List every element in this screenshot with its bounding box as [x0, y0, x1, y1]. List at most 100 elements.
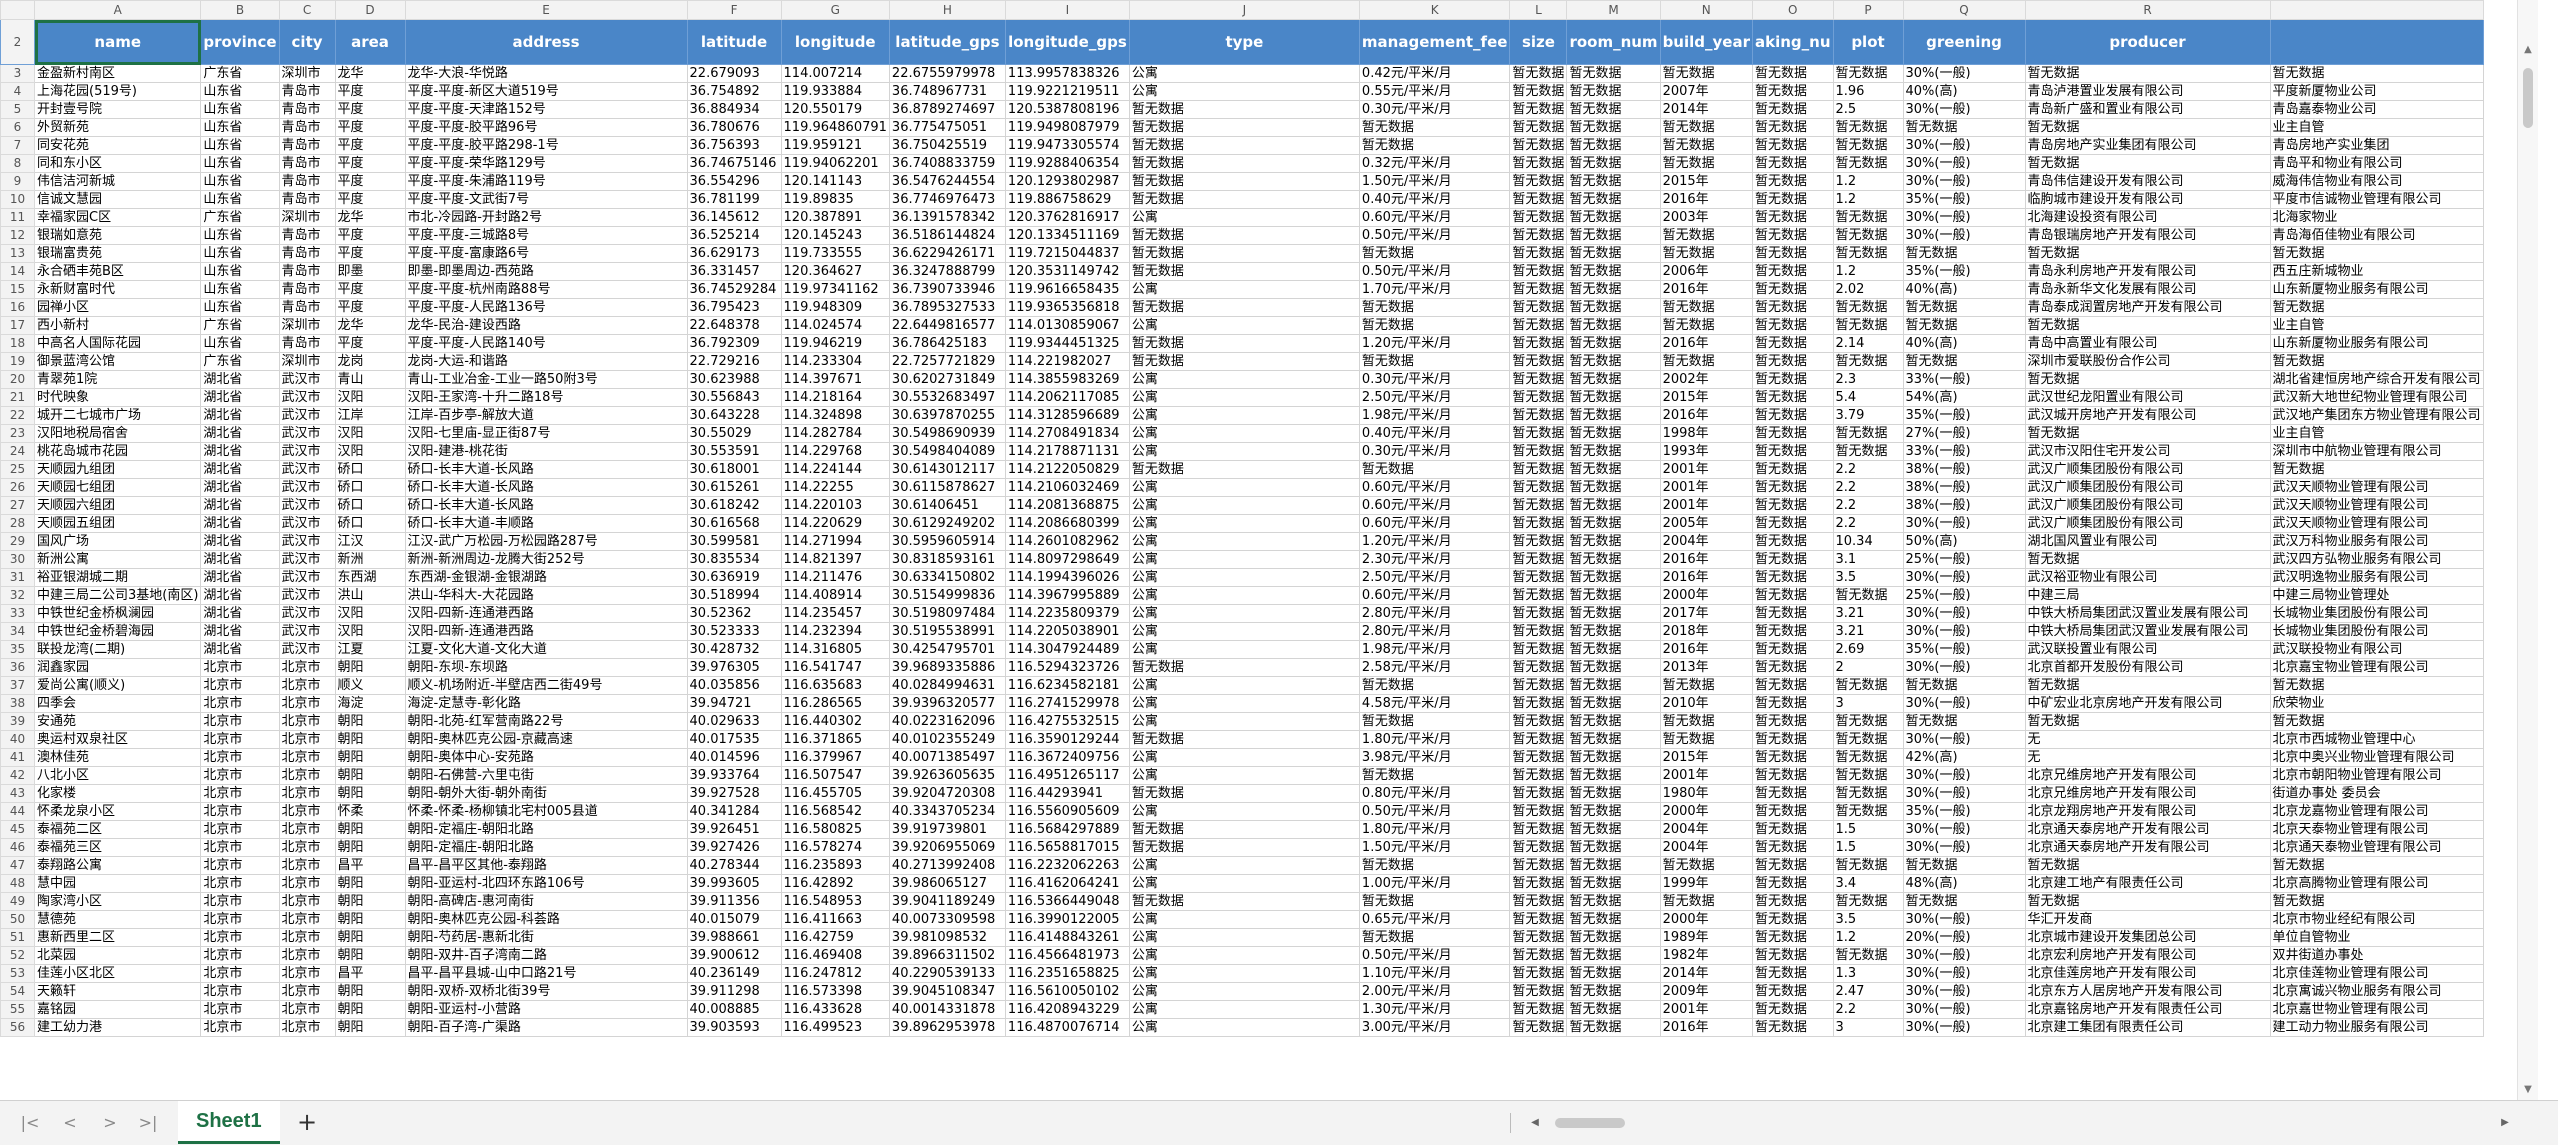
cell[interactable]: 暂无数据 [1128, 892, 1360, 911]
cell[interactable]: 公寓 [1128, 442, 1360, 461]
cell[interactable]: 海淀 [334, 694, 406, 713]
cell[interactable]: 暂无数据 [1751, 280, 1834, 299]
cell[interactable]: 永新财富时代 [33, 280, 202, 299]
cell[interactable]: 39.900612 [686, 946, 782, 965]
horizontal-scrollbar[interactable]: ◀ ▶ [1525, 1113, 2515, 1133]
cell[interactable]: 朝阳 [334, 838, 406, 857]
cell[interactable]: 龙华 [334, 64, 406, 83]
cell[interactable]: 2016年 [1659, 550, 1753, 569]
cell[interactable]: 39.9396320577 [888, 694, 1006, 713]
cell[interactable]: 暂无数据 [1566, 1018, 1661, 1037]
cell[interactable]: 暂无数据 [1751, 586, 1834, 605]
cell[interactable]: 36.6229426171 [888, 244, 1006, 263]
cell[interactable]: 暂无数据 [1566, 334, 1661, 353]
cell[interactable]: 朝阳-定福庄-朝阳北路 [404, 820, 688, 839]
row-number[interactable]: 31 [0, 568, 35, 587]
cell[interactable]: 暂无数据 [1128, 352, 1360, 371]
cell[interactable]: 30%(一般) [1902, 568, 2026, 587]
cell[interactable]: 40.014596 [686, 748, 782, 767]
cell[interactable]: 39.9263605635 [888, 766, 1006, 785]
cell[interactable]: 3.21 [1832, 604, 1904, 623]
cell[interactable]: 2004年 [1659, 838, 1753, 857]
cell[interactable]: 30.553591 [686, 442, 782, 461]
cell[interactable]: 2016年 [1659, 190, 1753, 209]
cell[interactable]: 119.9288406354 [1004, 154, 1130, 173]
cell[interactable]: 1980年 [1659, 784, 1753, 803]
cell[interactable]: 30%(一般) [1902, 154, 2026, 173]
cell[interactable]: 公寓 [1128, 946, 1360, 965]
cell[interactable]: 22.648378 [686, 316, 782, 335]
cell[interactable]: 青岛市 [278, 226, 336, 245]
cell[interactable]: 暂无数据 [1509, 352, 1568, 371]
cell[interactable]: 朝阳-百子湾-广渠路 [404, 1018, 688, 1037]
cell[interactable]: 暂无数据 [1659, 730, 1753, 749]
cell[interactable]: 武汉市 [278, 532, 336, 551]
cell[interactable]: 暂无数据 [1566, 964, 1661, 983]
header-cell[interactable]: greening [1902, 19, 2026, 65]
cell[interactable]: 朝阳-双桥-双桥北街39号 [404, 982, 688, 1001]
cell[interactable]: 2016年 [1659, 406, 1753, 425]
cell[interactable]: 36.1391578342 [888, 208, 1006, 227]
cell[interactable]: 山东省 [200, 244, 280, 263]
cell[interactable]: 3.4 [1832, 874, 1904, 893]
column-header[interactable]: G [780, 0, 890, 20]
cell[interactable]: 暂无数据 [1566, 1000, 1661, 1019]
cell[interactable]: 湖北省 [200, 532, 280, 551]
cell[interactable]: 暂无数据 [1566, 838, 1661, 857]
cell[interactable]: 江岸-百步亭-解放大道 [404, 406, 688, 425]
cell[interactable]: 暂无数据 [1509, 136, 1568, 155]
cell[interactable]: 38%(一般) [1902, 478, 2026, 497]
cell[interactable]: 平度-平度-胶平路298-1号 [404, 136, 688, 155]
cell[interactable]: 暂无数据 [1832, 586, 1904, 605]
scroll-divider[interactable] [1510, 1113, 1511, 1133]
cell[interactable]: 40.341284 [686, 802, 782, 821]
cell[interactable]: 硚口-长丰大道-长风路 [404, 460, 688, 479]
row-number[interactable]: 49 [0, 892, 35, 911]
cell[interactable]: 朝阳 [334, 874, 406, 893]
cell[interactable]: 汉阳 [334, 388, 406, 407]
cell[interactable]: 40.3343705234 [888, 802, 1006, 821]
cell[interactable]: 广东省 [200, 316, 280, 335]
cell[interactable]: 汉阳-四新-连通港西路 [404, 622, 688, 641]
cell[interactable]: 北京市 [200, 784, 280, 803]
cell[interactable]: 39.927528 [686, 784, 782, 803]
cell[interactable]: 山东省 [200, 154, 280, 173]
cell[interactable]: 暂无数据 [1751, 604, 1834, 623]
cell[interactable]: 朝阳 [334, 712, 406, 731]
cell[interactable]: 青岛永利房地产开发有限公司 [2024, 262, 2271, 281]
cell[interactable]: 暂无数据 [1128, 118, 1360, 137]
cell[interactable]: 汉阳 [334, 622, 406, 641]
cell[interactable]: 汉阳 [334, 442, 406, 461]
cell[interactable]: 116.411663 [780, 910, 890, 929]
cell[interactable]: 30.5154999836 [888, 586, 1006, 605]
cell[interactable]: 暂无数据 [2024, 316, 2271, 335]
cell[interactable]: 暂无数据 [1751, 496, 1834, 515]
cell[interactable]: 武汉市 [278, 604, 336, 623]
cell[interactable]: 116.3990122005 [1004, 910, 1130, 929]
cell[interactable]: 暂无数据 [2024, 676, 2271, 695]
cell[interactable]: 北京龙嘉物业管理有限公司 [2269, 802, 2484, 821]
cell[interactable]: 48%(高) [1902, 874, 2026, 893]
cell[interactable]: 30.8318593161 [888, 550, 1006, 569]
cell[interactable]: 119.733555 [780, 244, 890, 263]
cell[interactable]: 湖北省 [200, 568, 280, 587]
cell[interactable]: 36.5476244554 [888, 172, 1006, 191]
cell[interactable]: 0.30元/平米/月 [1358, 442, 1511, 461]
cell[interactable]: 35%(一般) [1902, 262, 2026, 281]
cell[interactable]: 2.47 [1832, 982, 1904, 1001]
cell[interactable]: 泰福苑二区 [33, 820, 202, 839]
cell[interactable]: 北京市 [200, 838, 280, 857]
cell[interactable]: 朝阳-定福庄-朝阳北路 [404, 838, 688, 857]
cell[interactable]: 朝阳-高碑店-惠河南街 [404, 892, 688, 911]
cell[interactable]: 北京市 [200, 874, 280, 893]
cell[interactable]: 30%(一般) [1902, 1000, 2026, 1019]
cell[interactable]: 暂无数据 [1751, 100, 1834, 119]
cell[interactable]: 0.40元/平米/月 [1358, 190, 1511, 209]
cell[interactable]: 北京市 [278, 856, 336, 875]
cell[interactable]: 暂无数据 [1832, 946, 1904, 965]
row-number[interactable]: 23 [0, 424, 35, 443]
cell[interactable]: 暂无数据 [2024, 64, 2271, 83]
cell[interactable]: 暂无数据 [1509, 190, 1568, 209]
cell[interactable]: 湖北省 [200, 478, 280, 497]
cell[interactable]: 暂无数据 [1751, 82, 1834, 101]
